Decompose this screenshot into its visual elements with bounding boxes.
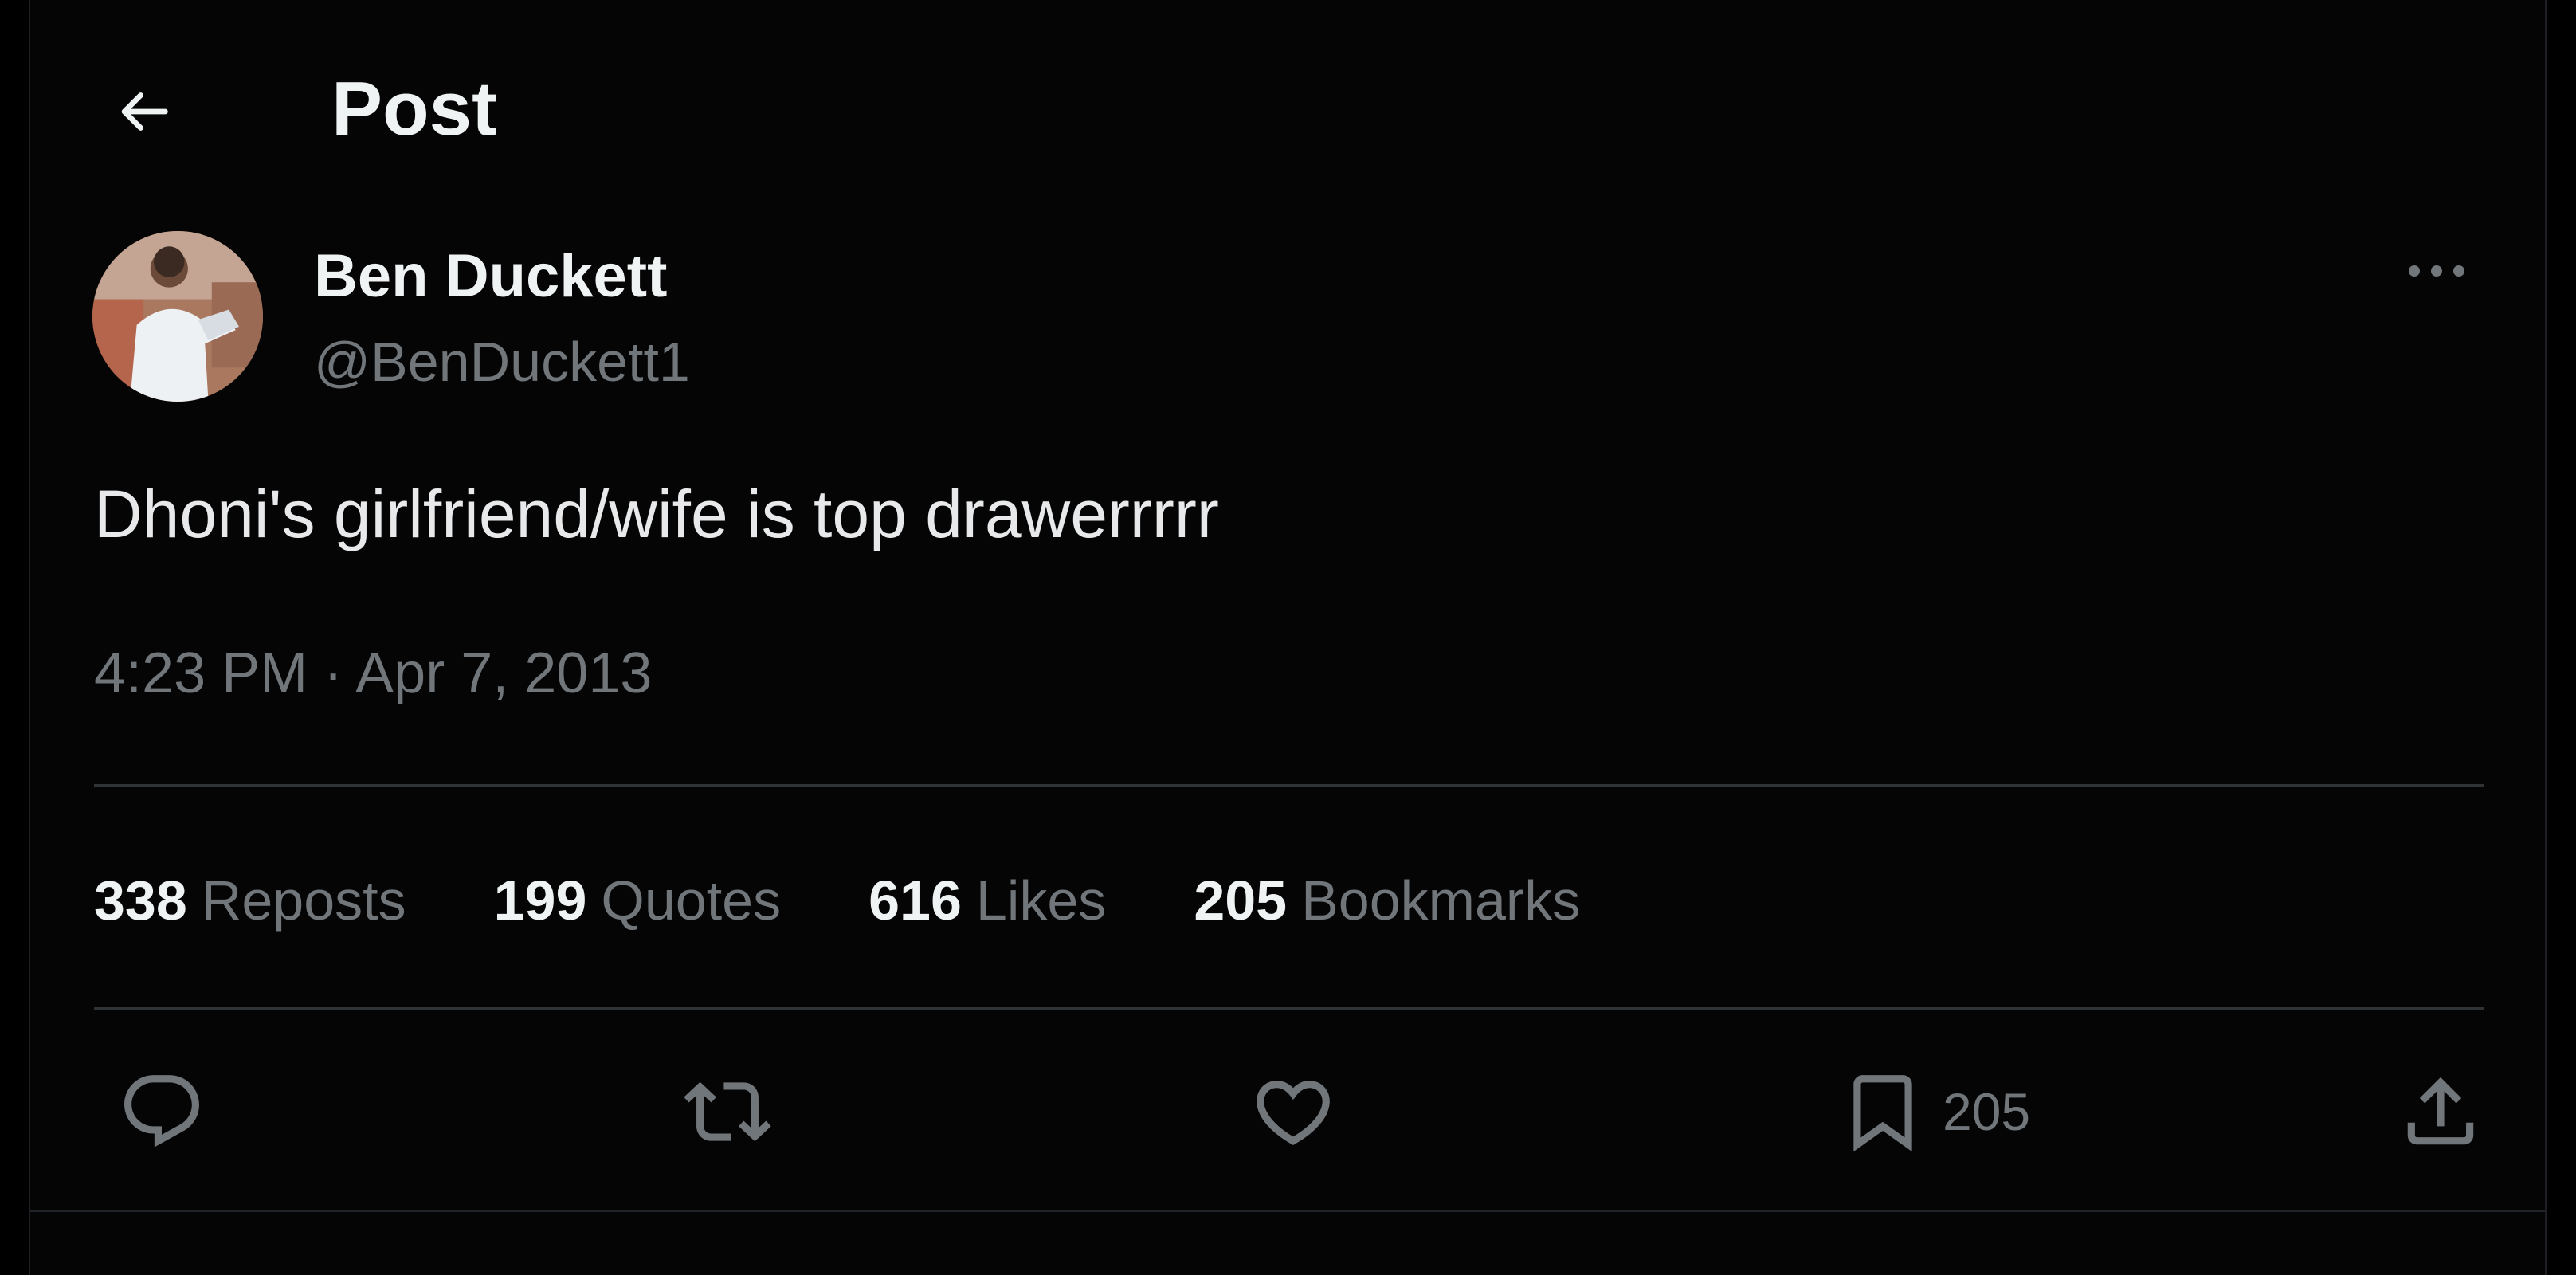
- engagement-stats: 338 Reposts 199 Quotes 616 Likes 205 Boo…: [94, 861, 1668, 940]
- bookmark-button[interactable]: 205: [1839, 1068, 2030, 1155]
- share-button[interactable]: [2397, 1068, 2484, 1155]
- stat-label: Quotes: [601, 869, 782, 932]
- stat-label: Bookmarks: [1301, 869, 1581, 932]
- reply-icon: [124, 1075, 199, 1148]
- post-text: Dhoni's girlfriend/wife is top drawerrrr…: [94, 477, 1219, 551]
- arrow-left-icon: [121, 92, 168, 131]
- post-timestamp[interactable]: 4:23 PM · Apr 7, 2013: [94, 638, 652, 709]
- stat-bookmarks[interactable]: 205 Bookmarks: [1194, 869, 1580, 932]
- stat-reposts[interactable]: 338 Reposts: [94, 869, 406, 932]
- avatar[interactable]: [92, 231, 263, 402]
- share-icon: [2407, 1077, 2474, 1145]
- divider: [94, 784, 2484, 787]
- bookmark-icon: [1853, 1075, 1912, 1152]
- stat-likes[interactable]: 616 Likes: [868, 869, 1106, 932]
- reply-button[interactable]: [118, 1068, 206, 1155]
- author-handle[interactable]: @BenDuckett1: [314, 328, 690, 395]
- stat-count: 338: [94, 869, 187, 932]
- panel-bottom-border: [30, 1210, 2545, 1212]
- repost-icon: [684, 1081, 771, 1142]
- stat-count: 616: [868, 869, 962, 932]
- stat-quotes[interactable]: 199 Quotes: [494, 869, 782, 932]
- more-dot-icon: [2431, 265, 2442, 277]
- post-detail-panel: Post Ben Duckett @BenDuckett1 Dhoni's gi…: [29, 0, 2547, 1275]
- heart-icon: [1257, 1081, 1330, 1145]
- repost-button[interactable]: [684, 1068, 771, 1155]
- stat-count: 199: [493, 869, 587, 932]
- stat-count: 205: [1194, 869, 1288, 932]
- page-header: Post: [30, 48, 2545, 167]
- divider: [94, 1007, 2484, 1010]
- stat-label: Reposts: [201, 869, 406, 932]
- back-button[interactable]: [102, 70, 185, 153]
- profile-photo-icon: [92, 231, 263, 402]
- more-options-button[interactable]: [2389, 239, 2484, 303]
- more-dot-icon: [2409, 265, 2420, 277]
- more-dot-icon: [2453, 265, 2464, 277]
- like-button[interactable]: [1249, 1068, 1337, 1155]
- page-title: Post: [331, 66, 498, 151]
- stat-label: Likes: [975, 869, 1107, 932]
- bookmark-count: 205: [1943, 1082, 2031, 1141]
- author-display-name[interactable]: Ben Duckett: [314, 241, 667, 312]
